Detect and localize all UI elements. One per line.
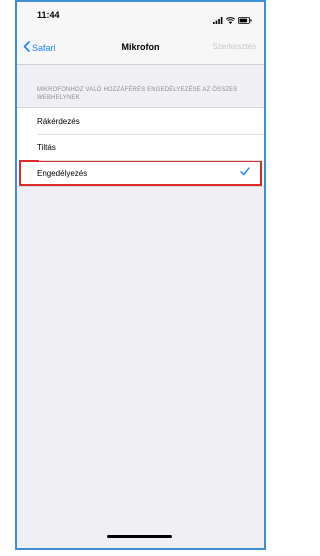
- navigation-bar: Safari Mikrofon Szerkesztés: [17, 32, 264, 65]
- status-time: 11:44: [37, 10, 60, 20]
- signal-icon: [213, 11, 223, 29]
- home-indicator[interactable]: [107, 535, 172, 538]
- edit-button[interactable]: Szerkesztés: [212, 42, 256, 51]
- option-label: Tiltás: [37, 142, 56, 152]
- wifi-icon: [225, 11, 236, 29]
- option-allow[interactable]: Engedélyezés: [19, 160, 262, 186]
- option-label: Rákérdezés: [37, 116, 80, 126]
- option-list: Rákérdezés Tiltás Engedélyezés: [17, 107, 264, 187]
- option-label: Engedélyezés: [37, 168, 88, 178]
- status-icons: [213, 11, 252, 29]
- option-ask[interactable]: Rákérdezés: [17, 108, 264, 134]
- status-bar: 11:44: [17, 2, 264, 32]
- section-header: MIKROFONHOZ VALÓ HOZZÁFÉRÉS ENGEDÉLYEZÉS…: [37, 87, 238, 101]
- phone-screen: 11:44 Safari Mikrofon Szerkesztés MIKROF…: [15, 0, 266, 550]
- checkmark-icon: [240, 167, 250, 178]
- option-deny[interactable]: Tiltás: [17, 134, 264, 160]
- battery-icon: [238, 11, 252, 29]
